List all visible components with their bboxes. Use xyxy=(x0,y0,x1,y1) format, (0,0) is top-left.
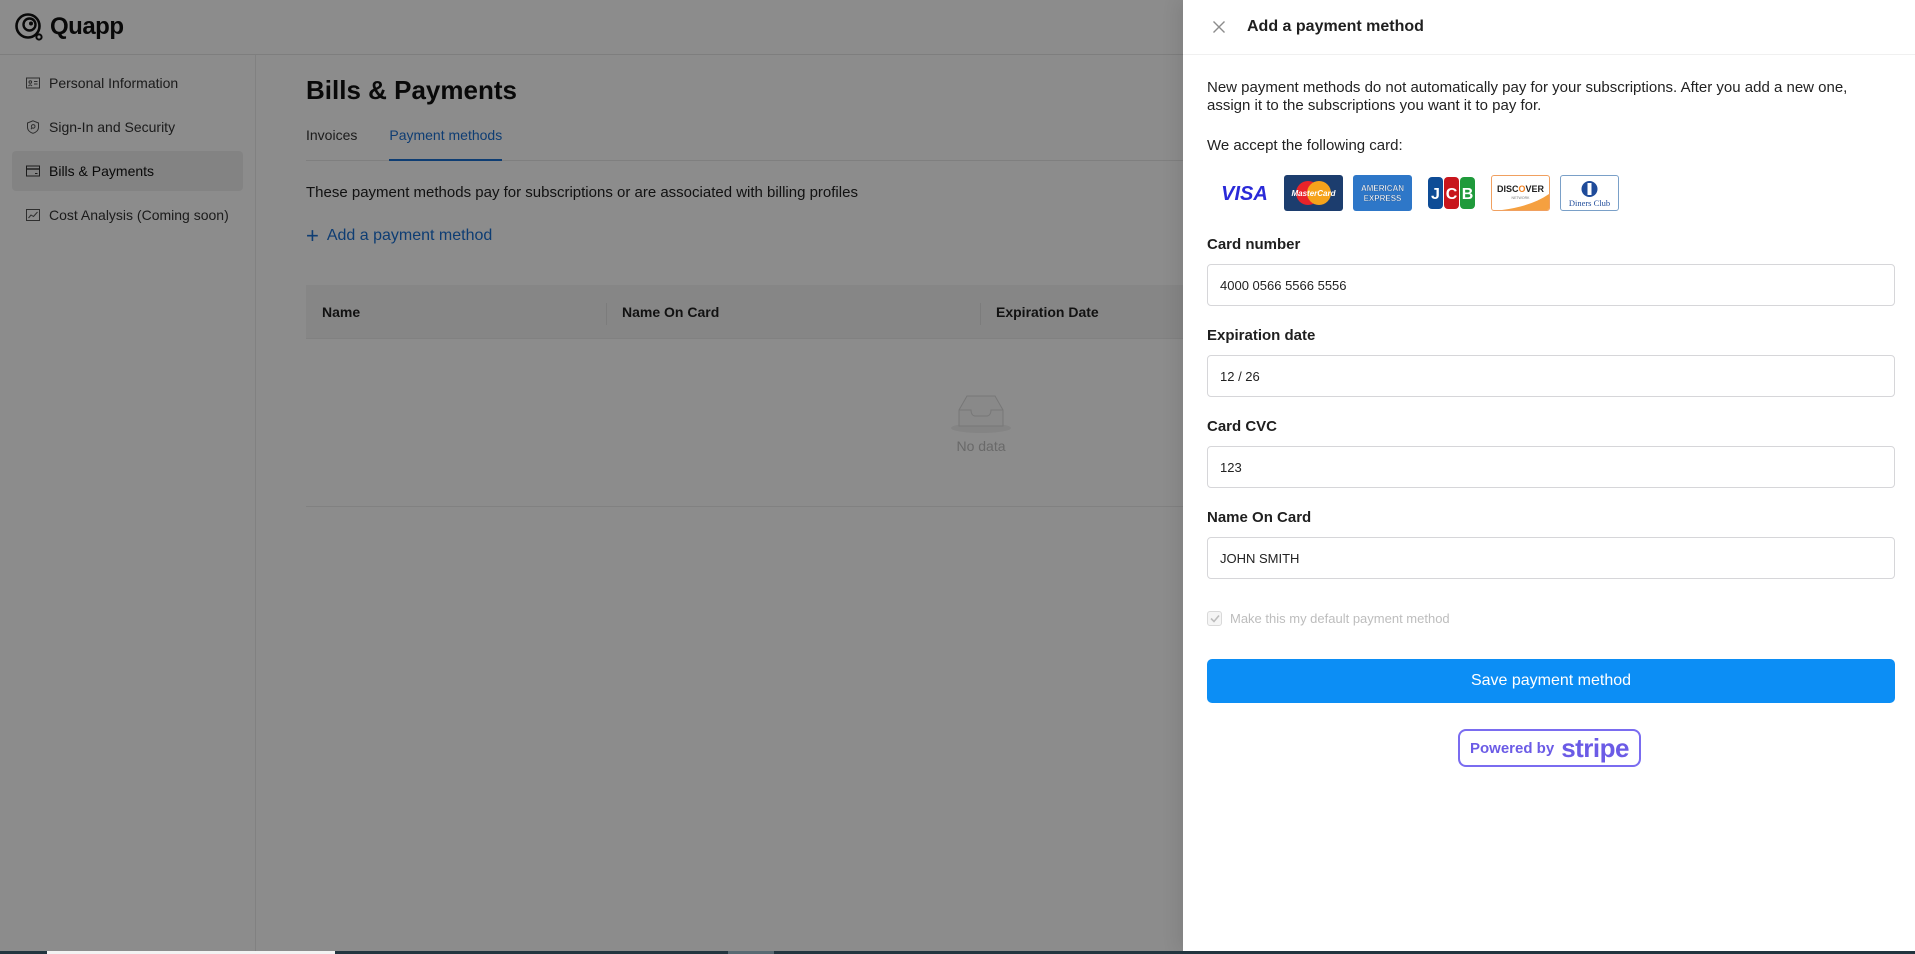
default-payment-checkbox-label: Make this my default payment method xyxy=(1230,611,1450,626)
default-payment-checkbox-row: Make this my default payment method xyxy=(1207,611,1892,626)
powered-by-text: Powered by xyxy=(1469,739,1555,757)
expiration-date-input[interactable] xyxy=(1220,368,1894,384)
accepted-cards-list: VISA MasterCard AMERICAN EXPRESS JCB DISC… xyxy=(1207,175,1892,211)
mastercard-logo-icon: MasterCard xyxy=(1284,175,1343,211)
svg-text:DISCOVER: DISCOVER xyxy=(1497,184,1545,194)
card-number-label: Card number xyxy=(1207,236,1301,253)
discover-logo-icon: DISCOVER NETWORK xyxy=(1491,175,1550,211)
intro-text: New payment methods do not automatically… xyxy=(1207,79,1848,114)
save-payment-method-button[interactable]: Save payment method xyxy=(1207,659,1895,703)
stripe-badge-wrap: Powered by stripe xyxy=(1207,729,1892,767)
drawer-title: Add a payment method xyxy=(1247,18,1424,35)
expiration-date-field[interactable] xyxy=(1207,355,1895,397)
card-cvc-input[interactable] xyxy=(1220,459,1894,475)
card-cvc-label: Card CVC xyxy=(1207,418,1278,435)
svg-text:B: B xyxy=(1462,186,1474,203)
drawer-body: New payment methods do not automatically… xyxy=(1183,55,1915,767)
card-number-field[interactable] xyxy=(1207,264,1895,306)
drawer-header: Add a payment method xyxy=(1183,0,1915,55)
visa-logo-icon: VISA xyxy=(1215,175,1274,211)
accepted-cards-label: We accept the following card: xyxy=(1207,137,1403,154)
powered-by-stripe-badge[interactable]: Powered by stripe xyxy=(1457,729,1641,767)
close-icon[interactable] xyxy=(1211,19,1227,35)
svg-text:Diners Club: Diners Club xyxy=(1569,198,1610,208)
jcb-logo-icon: JCB xyxy=(1422,175,1481,211)
default-payment-checkbox[interactable] xyxy=(1207,611,1222,626)
card-cvc-field[interactable] xyxy=(1207,446,1895,488)
svg-text:J: J xyxy=(1431,186,1440,203)
name-on-card-label: Name On Card xyxy=(1207,509,1312,526)
amex-logo-icon: AMERICAN EXPRESS xyxy=(1353,175,1412,211)
svg-text:MasterCard: MasterCard xyxy=(1291,189,1336,198)
stripe-logo-icon: stripe xyxy=(1561,732,1629,763)
svg-text:VISA: VISA xyxy=(1221,183,1268,205)
svg-text:NETWORK: NETWORK xyxy=(1512,196,1531,200)
diners-club-logo-icon: Diners Club xyxy=(1560,175,1619,211)
name-on-card-input[interactable] xyxy=(1220,550,1894,566)
svg-text:EXPRESS: EXPRESS xyxy=(1364,194,1402,203)
card-number-input[interactable] xyxy=(1220,277,1894,293)
checkmark-icon xyxy=(1209,614,1220,623)
name-on-card-field[interactable] xyxy=(1207,537,1895,579)
svg-text:AMERICAN: AMERICAN xyxy=(1361,184,1404,193)
expiration-date-label: Expiration date xyxy=(1207,327,1316,344)
svg-text:C: C xyxy=(1446,186,1458,203)
add-payment-method-drawer: Add a payment method New payment methods… xyxy=(1183,0,1915,951)
